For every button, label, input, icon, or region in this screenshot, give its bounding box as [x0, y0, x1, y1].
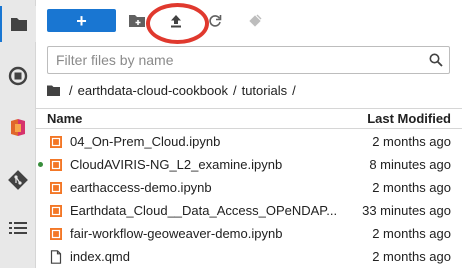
file-list: 04_On-Prem_Cloud.ipynb 2 months ago Clou…	[36, 130, 462, 268]
git-tab[interactable]	[0, 162, 36, 198]
file-name: earthaccess-demo.ipynb	[70, 180, 212, 195]
new-launcher-button[interactable]: +	[47, 9, 116, 32]
notebook-icon	[50, 205, 62, 217]
file-row[interactable]: index.qmd 2 months ago	[36, 245, 462, 268]
notebook-icon	[50, 159, 62, 171]
refresh-button[interactable]	[204, 10, 226, 32]
git-clone-button[interactable]	[244, 10, 266, 32]
running-indicator-icon	[38, 162, 43, 167]
running-kernels-icon	[8, 66, 28, 86]
folder-icon	[47, 85, 60, 96]
file-browser-panel: + Filter files by name / earthdata-cloud…	[36, 0, 462, 268]
file-row[interactable]: fair-workflow-geoweaver-demo.ipynb 2 mon…	[36, 222, 462, 245]
file-list-header: Name Last Modified	[36, 108, 462, 129]
file-filter-box	[47, 46, 450, 74]
running-kernels-tab[interactable]	[0, 58, 36, 94]
notebook-icon	[50, 182, 62, 194]
git-icon	[8, 170, 28, 190]
breadcrumb-trailing-separator: /	[292, 82, 296, 98]
upload-icon	[171, 15, 181, 28]
file-browser-tab[interactable]	[0, 6, 36, 42]
notebook-icon	[50, 228, 62, 240]
breadcrumb-separator: /	[69, 82, 73, 98]
file-row[interactable]: Earthdata_Cloud__Data_Access_OPeNDAP... …	[36, 199, 462, 222]
file-filter-input[interactable]	[48, 48, 423, 72]
file-name: fair-workflow-geoweaver-demo.ipynb	[70, 226, 283, 241]
table-of-contents-tab[interactable]	[0, 210, 36, 246]
extension-manager-tab[interactable]	[0, 110, 36, 146]
file-browser-icon	[11, 18, 27, 31]
file-name: index.qmd	[70, 249, 130, 264]
refresh-icon	[209, 15, 222, 27]
new-folder-icon	[129, 15, 145, 27]
breadcrumb-separator: /	[232, 82, 237, 98]
file-name: 04_On-Prem_Cloud.ipynb	[70, 134, 221, 149]
notebook-icon	[50, 136, 62, 148]
file-row[interactable]: 04_On-Prem_Cloud.ipynb 2 months ago	[36, 130, 462, 153]
breadcrumb-segment[interactable]: earthdata-cloud-cookbook	[78, 83, 228, 98]
file-modified: 2 months ago	[372, 226, 451, 241]
activity-bar	[0, 0, 36, 268]
file-name: CloudAVIRIS-NG_L2_examine.ipynb	[70, 157, 283, 172]
new-launcher-label: +	[76, 10, 87, 31]
file-modified: 2 months ago	[372, 249, 451, 264]
upload-button[interactable]	[165, 10, 187, 32]
new-folder-button[interactable]	[126, 10, 148, 32]
git-clone-icon	[249, 14, 262, 27]
file-modified: 2 months ago	[372, 180, 451, 195]
search-icon	[423, 47, 449, 73]
file-modified: 2 months ago	[372, 134, 451, 149]
extension-manager-icon	[11, 119, 25, 136]
file-browser-toolbar: +	[36, 0, 462, 44]
breadcrumb-segment[interactable]: tutorials	[242, 83, 288, 98]
file-modified: 8 minutes ago	[369, 157, 451, 172]
name-column-header[interactable]: Name	[47, 111, 82, 126]
file-row[interactable]: earthaccess-demo.ipynb 2 months ago	[36, 176, 462, 199]
file-name: Earthdata_Cloud__Data_Access_OPeNDAP...	[70, 203, 338, 218]
file-row[interactable]: CloudAVIRIS-NG_L2_examine.ipynb 8 minute…	[36, 153, 462, 176]
last-modified-column-header[interactable]: Last Modified	[367, 111, 451, 126]
file-icon	[50, 250, 62, 264]
file-modified: 33 minutes ago	[362, 203, 451, 218]
table-of-contents-icon	[9, 222, 27, 234]
breadcrumb: / earthdata-cloud-cookbook / tutorials /	[47, 80, 301, 100]
breadcrumb-home[interactable]	[47, 85, 60, 96]
